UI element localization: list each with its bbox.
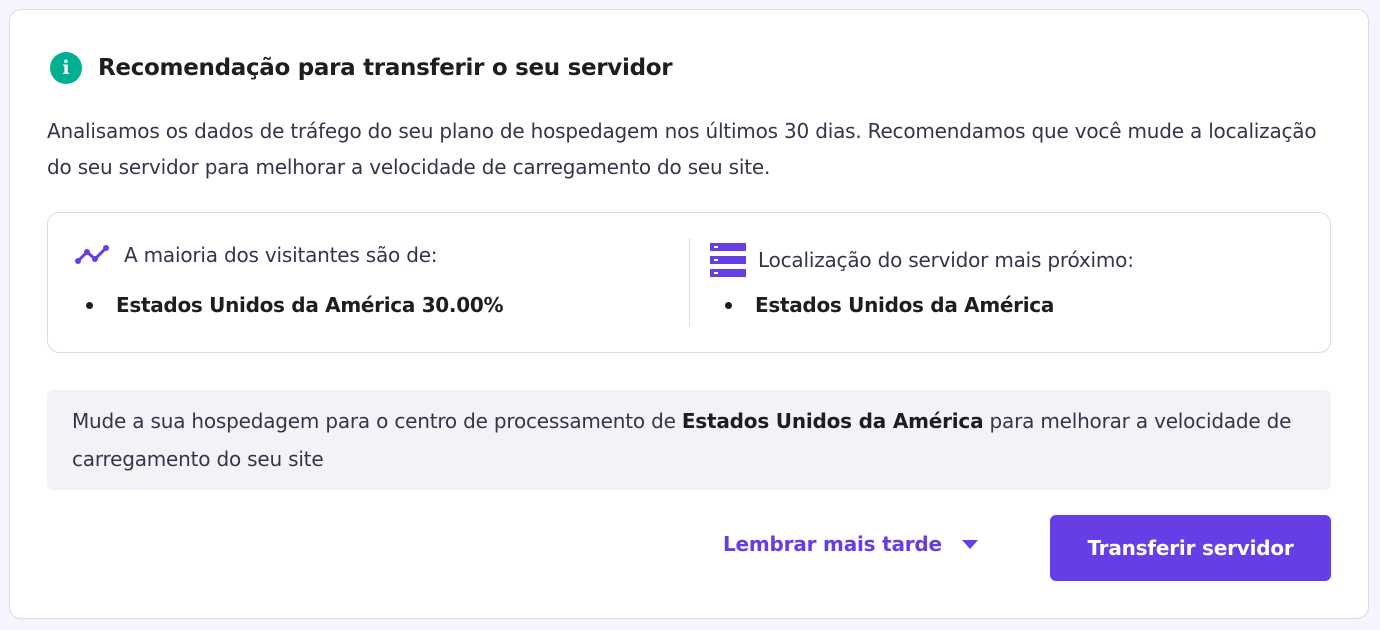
list-item: Estados Unidos da América 30.00%: [86, 293, 504, 317]
card-header: i Recomendação para transferir o seu ser…: [50, 52, 673, 84]
notice-prefix: Mude a sua hospedagem para o centro de p…: [72, 409, 682, 433]
recommendation-card: i Recomendação para transferir o seu ser…: [9, 9, 1369, 619]
server-label: Localização do servidor mais próximo:: [758, 248, 1134, 272]
card-title: Recomendação para transferir o seu servi…: [98, 55, 673, 81]
visitors-heading: A maioria dos visitantes são de:: [74, 243, 438, 267]
transfer-server-button[interactable]: Transferir servidor: [1050, 515, 1331, 581]
info-box: A maioria dos visitantes são de: Estados…: [47, 212, 1331, 353]
notice-box: Mude a sua hospedagem para o centro de p…: [47, 390, 1331, 490]
remind-later-button[interactable]: Lembrar mais tarde: [723, 532, 978, 556]
server-icon: [710, 243, 746, 277]
bullet-dot: [725, 301, 732, 309]
server-column: Localização do servidor mais próximo: Es…: [689, 213, 1329, 352]
chevron-down-icon: [961, 539, 978, 549]
remind-later-label: Lembrar mais tarde: [723, 532, 942, 556]
visitor-country: Estados Unidos da América 30.00%: [116, 293, 504, 317]
notice-highlight: Estados Unidos da América: [681, 409, 984, 433]
visitors-label: A maioria dos visitantes são de:: [124, 243, 438, 267]
bullet-dot: [86, 301, 93, 309]
trend-line-icon: [75, 245, 109, 264]
server-heading: Localização do servidor mais próximo:: [710, 243, 1134, 277]
info-icon: i: [50, 52, 82, 84]
server-location: Estados Unidos da América: [755, 293, 1055, 317]
list-item: Estados Unidos da América: [725, 293, 1054, 317]
description-text: Analisamos os dados de tráfego do seu pl…: [47, 119, 1317, 179]
visitors-column: A maioria dos visitantes são de: Estados…: [48, 213, 688, 352]
